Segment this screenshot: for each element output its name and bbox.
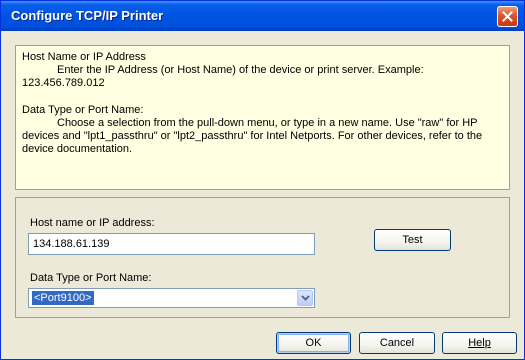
port-label: Data Type or Port Name: xyxy=(30,272,152,284)
help-button[interactable]: Help xyxy=(442,332,517,354)
cancel-button[interactable]: Cancel xyxy=(359,332,435,354)
port-selected-value: <Port9100> xyxy=(31,290,95,306)
port-help-heading: Data Type or Port Name: xyxy=(22,104,144,116)
host-help-example: 123.456.789.012 xyxy=(22,77,105,89)
port-combobox[interactable]: <Port9100> xyxy=(28,288,315,308)
configure-tcpip-printer-dialog: Configure TCP/IP Printer Host Name or IP… xyxy=(0,0,525,360)
host-label: Host name or IP address: xyxy=(30,217,155,229)
host-help-text: Enter the IP Address (or Host Name) of t… xyxy=(22,64,502,90)
host-help-instruction: Enter the IP Address (or Host Name) of t… xyxy=(57,64,424,76)
host-input[interactable]: 134.188.61.139 xyxy=(28,233,315,255)
host-help-heading: Host Name or IP Address xyxy=(22,51,146,63)
ok-button[interactable]: OK xyxy=(276,332,351,354)
chevron-down-icon xyxy=(300,295,310,301)
port-help-text: Choose a selection from the pull-down me… xyxy=(22,117,483,155)
help-text-panel: Host Name or IP Address Enter the IP Add… xyxy=(15,45,510,190)
window-title: Configure TCP/IP Printer xyxy=(11,8,164,23)
dropdown-button[interactable] xyxy=(297,290,313,306)
help-button-label: Help xyxy=(468,337,491,349)
close-button[interactable] xyxy=(497,6,518,27)
close-icon xyxy=(502,11,513,22)
test-button[interactable]: Test xyxy=(374,229,451,251)
title-bar[interactable]: Configure TCP/IP Printer xyxy=(1,1,524,31)
